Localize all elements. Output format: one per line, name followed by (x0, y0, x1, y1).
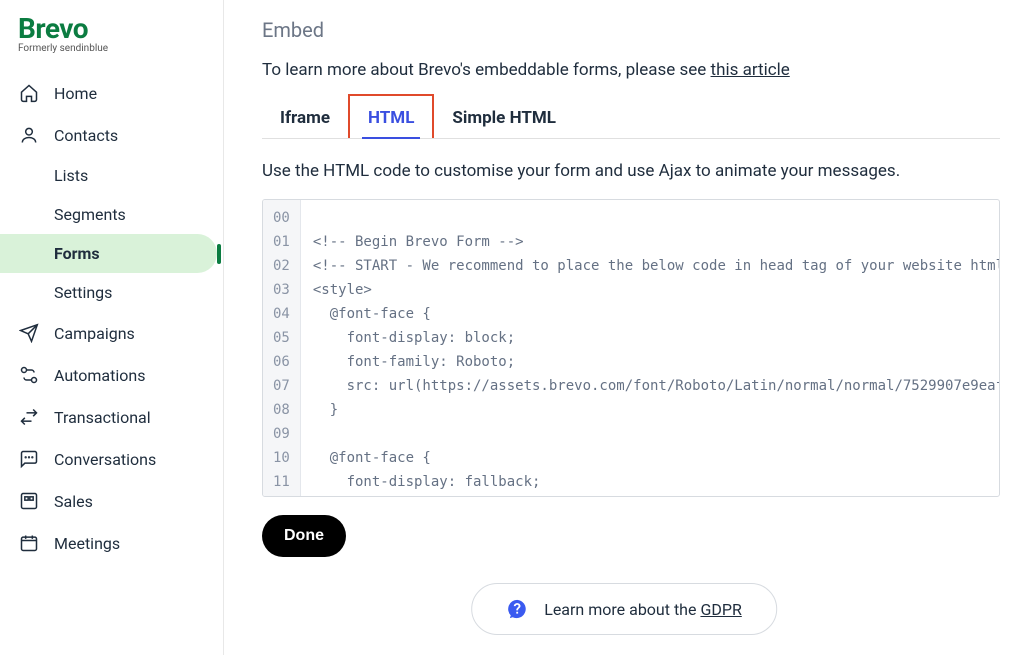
gdpr-text: Learn more about the GDPR (544, 600, 742, 619)
sidebar-sub-lists[interactable]: Lists (0, 156, 223, 195)
calendar-icon (18, 532, 40, 554)
sidebar-item-label: Sales (54, 492, 93, 511)
code-content: <!-- Begin Brevo Form --> <!-- START - W… (301, 200, 999, 496)
sidebar-item-label: Automations (54, 366, 145, 385)
main-content: Embed To learn more about Brevo's embedd… (224, 0, 1024, 655)
sidebar-item-contacts[interactable]: Contacts (0, 114, 223, 156)
tab-iframe[interactable]: Iframe (262, 96, 348, 138)
code-snippet[interactable]: 000102030405060708091011 <!-- Begin Brev… (262, 199, 1000, 497)
intro-link[interactable]: this article (711, 60, 790, 80)
question-icon (506, 598, 528, 620)
sidebar: Brevo Formerly sendinblue Home Contacts … (0, 0, 224, 655)
intro-text: To learn more about Brevo's embeddable f… (262, 60, 1000, 80)
logo: Brevo Formerly sendinblue (0, 10, 223, 72)
sidebar-item-label: Meetings (54, 534, 120, 553)
sidebar-item-campaigns[interactable]: Campaigns (0, 312, 223, 354)
sidebar-sub-segments[interactable]: Segments (0, 195, 223, 234)
automations-icon (18, 364, 40, 386)
sidebar-item-home[interactable]: Home (0, 72, 223, 114)
tab-simple-html[interactable]: Simple HTML (434, 96, 574, 138)
tabs: Iframe HTML Simple HTML (262, 94, 1000, 139)
sidebar-item-conversations[interactable]: Conversations (0, 438, 223, 480)
sidebar-item-label: Home (54, 84, 97, 103)
brand-tagline: Formerly sendinblue (18, 43, 205, 54)
sidebar-item-label: Conversations (54, 450, 156, 469)
gdpr-banner[interactable]: Learn more about the GDPR (471, 583, 777, 635)
tab-html[interactable]: HTML (348, 94, 434, 138)
sidebar-item-label: Campaigns (54, 324, 135, 343)
chat-icon (18, 448, 40, 470)
sidebar-item-transactional[interactable]: Transactional (0, 396, 223, 438)
sidebar-item-meetings[interactable]: Meetings (0, 522, 223, 564)
home-icon (18, 82, 40, 104)
tab-description: Use the HTML code to customise your form… (262, 161, 1000, 181)
gdpr-link[interactable]: GDPR (700, 600, 741, 619)
sidebar-item-label: Transactional (54, 408, 151, 427)
page-title: Embed (262, 18, 1000, 42)
sidebar-sub-settings[interactable]: Settings (0, 273, 223, 312)
sidebar-sub-forms[interactable]: Forms (0, 234, 217, 273)
swap-icon (18, 406, 40, 428)
send-icon (18, 322, 40, 344)
sales-icon (18, 490, 40, 512)
sidebar-item-sales[interactable]: Sales (0, 480, 223, 522)
line-numbers: 000102030405060708091011 (263, 200, 301, 496)
done-button[interactable]: Done (262, 515, 346, 557)
contacts-icon (18, 124, 40, 146)
sidebar-item-label: Contacts (54, 126, 118, 145)
sidebar-item-automations[interactable]: Automations (0, 354, 223, 396)
brand-name: Brevo (18, 12, 205, 45)
